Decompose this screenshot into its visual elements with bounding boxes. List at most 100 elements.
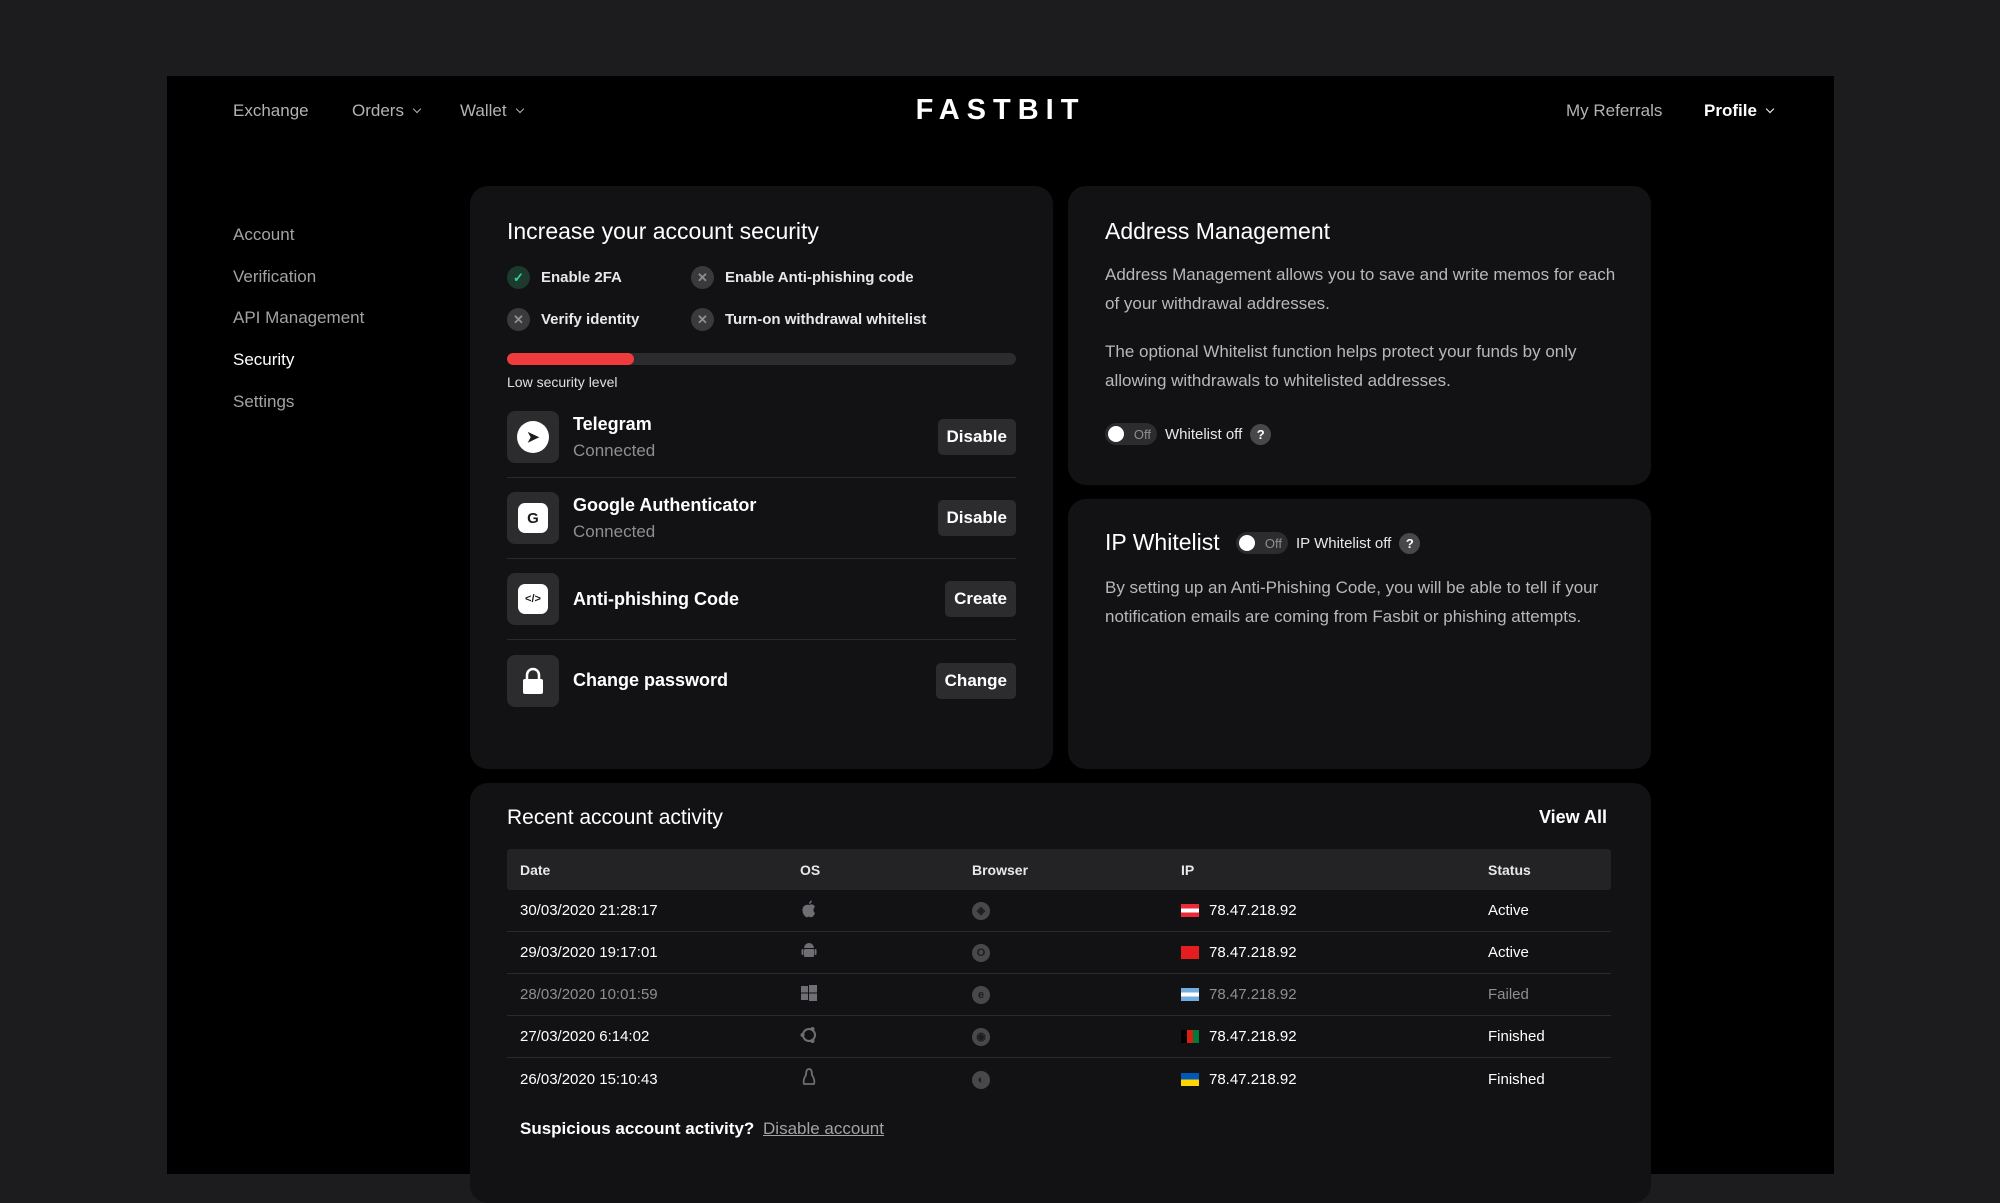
row-date: 30/03/2020 21:28:17 bbox=[520, 902, 658, 919]
check-2fa-label: Enable 2FA bbox=[541, 269, 622, 286]
telegram-icon: ➤ bbox=[507, 411, 559, 463]
albania-flag bbox=[1181, 946, 1199, 959]
row-status: Active bbox=[1488, 902, 1529, 919]
suspicious-activity-row: Suspicious account activity? Disable acc… bbox=[520, 1119, 884, 1139]
chrome-icon: ◉ bbox=[972, 1027, 990, 1046]
nav-profile-label: Profile bbox=[1704, 101, 1757, 120]
table-row: 27/03/2020 6:14:02 ◉ 78.47.218.92 Finish… bbox=[507, 1016, 1611, 1058]
column-header-ip: IP bbox=[1181, 861, 1195, 878]
ubuntu-icon bbox=[800, 1026, 818, 1044]
switch-state-label: Off bbox=[1264, 535, 1282, 551]
security-card: Increase your account security ✓ Enable … bbox=[470, 186, 1053, 769]
method-title: Telegram bbox=[573, 413, 652, 434]
opera-icon: O bbox=[972, 944, 990, 962]
sidebar-item-account[interactable]: Account bbox=[233, 225, 294, 245]
table-row: 30/03/2020 21:28:17 ◈ 78.47.218.92 Activ… bbox=[507, 890, 1611, 932]
security-progress-bar bbox=[507, 353, 1016, 365]
check-whitelist-label: Turn-on withdrawal whitelist bbox=[725, 311, 927, 328]
app-window: Exchange Orders Wallet FASTBIT My Referr… bbox=[167, 76, 1834, 1203]
column-header-browser: Browser bbox=[972, 861, 1029, 878]
help-icon[interactable]: ? bbox=[1399, 532, 1421, 554]
help-icon[interactable]: ? bbox=[1250, 423, 1272, 445]
windows-icon bbox=[800, 984, 818, 1002]
column-header-date: Date bbox=[520, 861, 551, 878]
address-description-1: Address Management allows you to save an… bbox=[1105, 265, 1616, 313]
method-status: Connected bbox=[573, 521, 656, 541]
view-all-link[interactable]: View All bbox=[1539, 807, 1607, 828]
ip-whitelist-label: IP Whitelist off bbox=[1296, 534, 1392, 552]
method-title: Google Authenticator bbox=[573, 494, 757, 515]
ip-whitelist-description: By setting up an Anti-Phishing Code, you… bbox=[1105, 578, 1599, 626]
ip-whitelist-card: IP Whitelist Off IP Whitelist off ? By s… bbox=[1068, 499, 1651, 769]
method-change-password: Change password Change bbox=[507, 640, 1016, 721]
anti-phishing-create-button[interactable]: Create bbox=[945, 581, 1016, 617]
disable-account-link[interactable]: Disable account bbox=[763, 1119, 884, 1138]
row-ip: 78.47.218.92 bbox=[1209, 1028, 1297, 1045]
table-row: 26/03/2020 15:10:43 ◐ 78.47.218.92 Finis… bbox=[507, 1058, 1611, 1100]
security-title: Increase your account security bbox=[507, 218, 819, 244]
switch-knob bbox=[1108, 426, 1124, 442]
sidebar-item-verification[interactable]: Verification bbox=[233, 267, 316, 287]
row-status: Finished bbox=[1488, 1028, 1545, 1045]
method-status: Connected bbox=[573, 440, 656, 460]
column-header-os: OS bbox=[800, 861, 821, 878]
afghanistan-flag bbox=[1181, 1030, 1199, 1043]
sidebar-item-settings[interactable]: Settings bbox=[233, 392, 294, 412]
sidebar-item-security[interactable]: Security bbox=[233, 350, 294, 370]
cross-icon: ✕ bbox=[691, 266, 714, 289]
row-status: Failed bbox=[1488, 986, 1529, 1003]
row-status: Finished bbox=[1488, 1070, 1545, 1088]
apple-icon bbox=[800, 900, 818, 918]
nav-profile[interactable]: Profile bbox=[1704, 101, 1775, 121]
google-auth-disable-button[interactable]: Disable bbox=[937, 500, 1016, 536]
android-icon bbox=[800, 942, 818, 960]
recent-activity-card: Recent account activity View All Date OS… bbox=[470, 783, 1651, 1203]
cross-icon: ✕ bbox=[691, 308, 714, 331]
check-whitelist: ✕ Turn-on withdrawal whitelist bbox=[691, 308, 926, 331]
security-progress-fill bbox=[507, 353, 635, 365]
google-icon: G bbox=[507, 492, 559, 544]
telegram-disable-button[interactable]: Disable bbox=[937, 419, 1016, 455]
safari-icon: ◈ bbox=[972, 901, 990, 920]
switch-knob bbox=[1239, 535, 1255, 551]
check-verify-identity: ✕ Verify identity bbox=[507, 308, 639, 331]
row-ip: 78.47.218.92 bbox=[1209, 1070, 1297, 1088]
whitelist-toggle-row: Off Whitelist off ? bbox=[1105, 423, 1272, 445]
row-status: Active bbox=[1488, 944, 1529, 961]
address-title: Address Management bbox=[1105, 218, 1331, 244]
address-management-card: Address Management Address Management al… bbox=[1068, 186, 1651, 485]
firefox-icon: ◐ bbox=[972, 1070, 990, 1089]
activity-table: Date OS Browser IP Status 30/03/2020 21:… bbox=[507, 849, 1611, 1100]
code-icon: </> bbox=[507, 573, 559, 625]
chevron-down-icon bbox=[1765, 104, 1775, 114]
austria-flag bbox=[1181, 904, 1199, 917]
ie-icon: e bbox=[972, 986, 990, 1004]
lock-icon bbox=[507, 654, 559, 707]
method-telegram: ➤ Telegram Connected Disable bbox=[507, 397, 1016, 478]
row-date: 28/03/2020 10:01:59 bbox=[520, 986, 658, 1003]
nav-my-referrals[interactable]: My Referrals bbox=[1566, 101, 1662, 121]
row-date: 29/03/2020 19:17:01 bbox=[520, 944, 658, 961]
sidebar-item-api-management[interactable]: API Management bbox=[233, 308, 364, 328]
column-header-status: Status bbox=[1488, 861, 1531, 878]
row-ip: 78.47.218.92 bbox=[1209, 944, 1297, 961]
whitelist-switch[interactable]: Off bbox=[1105, 423, 1157, 445]
row-date: 27/03/2020 6:14:02 bbox=[520, 1028, 650, 1045]
argentina-flag bbox=[1181, 988, 1199, 1001]
row-ip: 78.47.218.92 bbox=[1209, 986, 1297, 1003]
check-verify-identity-label: Verify identity bbox=[541, 311, 640, 328]
change-password-button[interactable]: Change bbox=[935, 662, 1016, 699]
ip-whitelist-toggle-row: Off IP Whitelist off ? bbox=[1236, 532, 1421, 554]
method-google-authenticator: G Google Authenticator Connected Disable bbox=[507, 478, 1016, 559]
method-title: Anti-phishing Code bbox=[573, 588, 739, 609]
whitelist-label: Whitelist off bbox=[1165, 425, 1243, 443]
ukraine-flag bbox=[1181, 1072, 1199, 1086]
ip-whitelist-title: IP Whitelist bbox=[1105, 529, 1220, 555]
ip-whitelist-switch[interactable]: Off bbox=[1236, 532, 1288, 554]
table-header: Date OS Browser IP Status bbox=[507, 849, 1611, 890]
security-level-label: Low security level bbox=[507, 374, 618, 390]
row-date: 26/03/2020 15:10:43 bbox=[520, 1070, 658, 1088]
row-ip: 78.47.218.92 bbox=[1209, 902, 1297, 919]
table-row: 28/03/2020 10:01:59 e 78.47.218.92 Faile… bbox=[507, 974, 1611, 1016]
check-anti-phishing: ✕ Enable Anti-phishing code bbox=[691, 266, 914, 289]
